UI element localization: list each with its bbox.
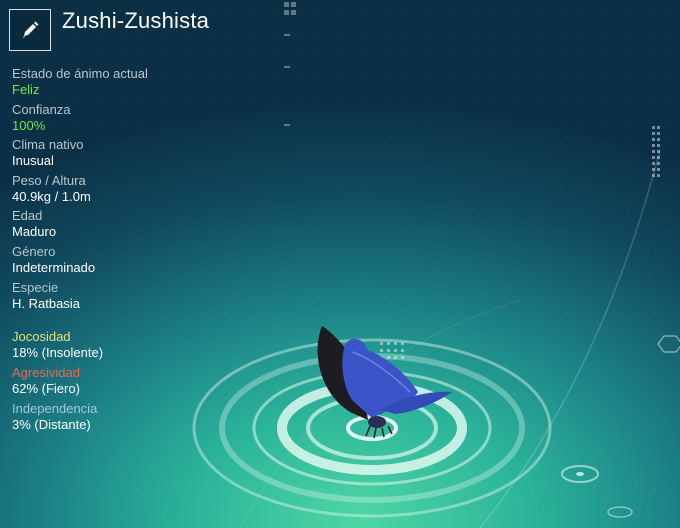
traits-panel: Jocosidad 18% (Insolente) Agresividad 62… [12,329,212,437]
stat-mood: Estado de ánimo actual Feliz [12,66,212,98]
stat-label: Género [12,243,56,259]
edit-name-button[interactable] [9,9,51,51]
butterfly-creature [317,326,452,439]
trait-value: 18% (Insolente) [12,345,104,360]
stat-value: H. Ratbasia [12,295,80,311]
stat-value: 100% [12,117,46,133]
stat-label: Especie [12,279,59,295]
stat-label: Clima nativo [12,137,84,153]
stat-label: Edad [12,208,43,224]
grid-decoration [284,2,296,126]
stat-value: Feliz [12,82,40,97]
signal-bars-decoration [652,126,660,177]
stat-label: Confianza [12,101,71,117]
platform [192,338,633,518]
stat-climate: Clima nativo Inusual [12,137,212,169]
stat-value: Indeterminado [12,259,96,275]
trait-value: 3% (Distante) [12,417,91,432]
stat-weight-height: Peso / Altura 40.9kg / 1.0m [12,173,212,205]
pencil-icon [23,21,39,38]
stat-trust: Confianza 100% [12,102,212,134]
stat-gender: Género Indeterminado [12,244,212,276]
trait-label: Agresividad [12,365,80,380]
stat-value: Inusual [12,153,54,169]
stat-value: 40.9kg / 1.0m [12,188,91,204]
trait-label: Jocosidad [12,329,71,344]
creature-name: Zushi-Zushista [62,8,210,33]
trait-playfulness: Jocosidad 18% (Insolente) [12,329,212,361]
stat-age: Edad Maduro [12,208,212,240]
stat-value: Maduro [12,224,57,240]
hexagon-icon [657,335,680,353]
trait-value: 62% (Fiero) [12,381,80,396]
stat-label: Peso / Altura [12,172,86,188]
stat-species: Especie H. Ratbasia [12,280,212,312]
trait-independence: Independencia 3% (Distante) [12,401,212,433]
stats-panel: Estado de ánimo actual Feliz Confianza 1… [12,66,212,315]
stat-label: Estado de ánimo actual [12,66,148,81]
trait-label: Independencia [12,401,98,416]
trait-aggression: Agresividad 62% (Fiero) [12,365,212,397]
